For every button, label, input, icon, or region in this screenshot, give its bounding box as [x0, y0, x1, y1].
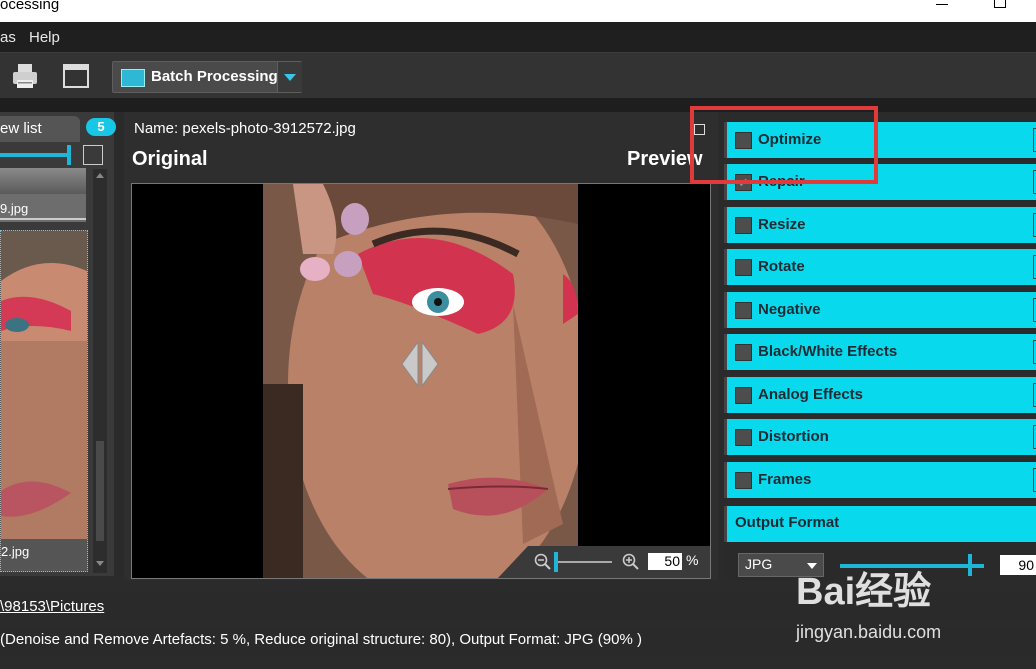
zoom-slider-handle[interactable] [554, 552, 558, 572]
minimize-icon[interactable] [936, 4, 948, 5]
effect-frames[interactable]: Frames [724, 462, 1036, 498]
chevron-down-icon [284, 74, 296, 81]
thumbnail-image [0, 168, 86, 194]
scroll-up-icon[interactable] [96, 173, 104, 178]
menu-item-as[interactable]: as [0, 29, 16, 46]
file-list-panel: ew list 5 9.jpg 2.jpg [0, 112, 116, 576]
highlight-box [690, 106, 878, 184]
maximize-icon[interactable] [994, 0, 1006, 8]
effect-label: Frames [758, 471, 812, 488]
output-format-header[interactable]: Output Format [724, 506, 1036, 542]
compare-split-handle[interactable] [400, 340, 440, 388]
effect-label: Analog Effects [758, 386, 864, 403]
zoom-slider[interactable] [554, 561, 612, 563]
zoom-controls: 50 % [498, 546, 710, 578]
settings-summary: (Denoise and Remove Artefacts: 5 %, Redu… [0, 631, 642, 648]
effect-distortion[interactable]: Distortion [724, 419, 1036, 455]
effect-analog[interactable]: Analog Effects [724, 377, 1036, 413]
printer-icon[interactable] [10, 62, 40, 90]
batch-processing-icon [121, 69, 145, 87]
output-path-link[interactable]: \98153\Pictures [0, 598, 104, 615]
effect-checkbox[interactable] [735, 259, 752, 276]
effect-label: Distortion [758, 428, 829, 445]
list-item[interactable]: 9.jpg [0, 168, 86, 222]
preview-area: Name: pexels-photo-3912572.jpg Original … [124, 112, 718, 580]
thumbnail-name: 9.jpg [0, 201, 29, 216]
batch-processing-label: Batch Processing [151, 68, 278, 85]
effect-checkbox[interactable] [735, 429, 752, 446]
toolbar-separator [0, 98, 1036, 112]
menu-bar: as Help [0, 22, 1036, 52]
panel-splitter[interactable] [117, 112, 123, 576]
effect-label: Negative [758, 301, 821, 318]
zoom-in-icon[interactable] [622, 553, 640, 571]
format-select-value: JPG [745, 556, 773, 572]
select-all-checkbox[interactable] [83, 145, 103, 165]
effect-checkbox[interactable] [735, 387, 752, 404]
menu-item-help[interactable]: Help [29, 29, 60, 46]
window-title: ocessing [0, 0, 60, 13]
thumbnail-image [1, 231, 87, 539]
zoom-input[interactable]: 50 [648, 553, 682, 570]
watermark-logo: Bai经验 [796, 571, 932, 613]
toolbar: Batch Processing [0, 52, 1036, 99]
effect-black-white[interactable]: Black/White Effects [724, 334, 1036, 370]
thumbnail-scrollbar[interactable] [93, 169, 107, 573]
thumbnail-size-slider[interactable] [0, 153, 70, 157]
scroll-down-icon[interactable] [96, 561, 104, 566]
tab-preview-list[interactable]: ew list [0, 116, 80, 142]
effect-checkbox[interactable] [735, 344, 752, 361]
effect-negative[interactable]: Negative [724, 292, 1036, 328]
image-viewer[interactable]: 50 % [131, 183, 711, 579]
file-name-label: Name: pexels-photo-3912572.jpg [134, 120, 356, 137]
batch-processing-button[interactable]: Batch Processing [112, 61, 302, 93]
title-bar: ocessing [0, 0, 1036, 22]
effect-label: Black/White Effects [758, 343, 898, 360]
thumbnail-size-slider-handle[interactable] [67, 145, 71, 165]
window-icon[interactable] [61, 62, 91, 90]
tab-label: ew list [0, 120, 42, 137]
list-item-selected[interactable]: 2.jpg [0, 230, 88, 572]
original-label: Original [132, 148, 208, 170]
file-name-bar: Name: pexels-photo-3912572.jpg [124, 116, 718, 142]
scrollbar-thumb[interactable] [96, 441, 104, 541]
effect-resize[interactable]: Resize [724, 207, 1036, 243]
batch-dropdown-button[interactable] [277, 62, 302, 92]
effect-checkbox[interactable] [735, 472, 752, 489]
watermark-url: jingyan.baidu.com [796, 622, 942, 642]
zoom-out-icon[interactable] [534, 553, 552, 571]
thumbnail-name: 2.jpg [1, 544, 30, 559]
output-format-title: Output Format [735, 514, 840, 531]
effect-label: Resize [758, 216, 806, 233]
effect-checkbox[interactable] [735, 217, 752, 234]
watermark: Bai经验 jingyan.baidu.com [796, 560, 1036, 650]
count-badge: 5 [86, 118, 116, 136]
zoom-unit: % [686, 552, 699, 568]
effect-checkbox[interactable] [735, 302, 752, 319]
effect-rotate[interactable]: Rotate [724, 249, 1036, 285]
effect-label: Rotate [758, 258, 805, 275]
